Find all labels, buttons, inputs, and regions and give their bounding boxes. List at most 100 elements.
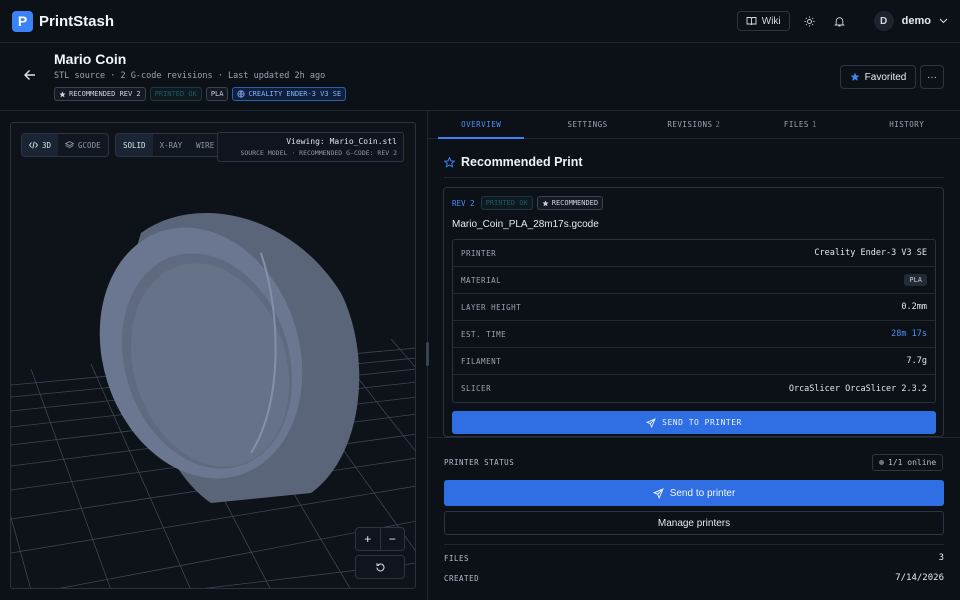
detail-row-slicer: SLICER OrcaSlicer OrcaSlicer 2.3.2 [453, 375, 935, 402]
star-icon [850, 72, 860, 81]
book-icon [746, 17, 757, 26]
detail-value: Creality Ender-3 V3 SE [814, 248, 927, 258]
recommended-badge-label: RECOMMENDED [551, 199, 599, 207]
send-icon [652, 487, 664, 499]
tab-overview-label: OVERVIEW [461, 120, 502, 129]
wiki-button[interactable]: Wiki [736, 11, 790, 31]
detail-tabs: OVERVIEW SETTINGS REVISIONS 2 FILES 1 HIST… [428, 111, 960, 139]
more-options-button[interactable]: ··· [920, 65, 944, 89]
mode-gcode-label: GCODE [78, 140, 101, 150]
favorite-button[interactable]: Favorited [840, 65, 916, 89]
avatar-initial: D [880, 15, 888, 27]
recommended-badge: RECOMMENDED [536, 196, 604, 210]
tag-recommended-label: RECOMMENDED REV 2 [69, 90, 141, 98]
section-divider [428, 437, 960, 438]
top-bar: P PrintStash Wiki D demo [0, 0, 960, 43]
viewing-file: Viewing: Mario_Coin.stl [286, 137, 397, 146]
detail-key: SLICER [461, 384, 492, 393]
send-to-printer-button[interactable]: Send to printer [444, 480, 944, 506]
tag-material: PLA [205, 87, 229, 101]
resize-handle[interactable] [426, 342, 429, 366]
send-card-label: SEND TO PRINTER [662, 418, 742, 427]
tag-printer[interactable]: CREALITY ENDER-3 V3 SE [232, 87, 347, 101]
recommended-heading: Recommended Print [444, 155, 583, 169]
model-tags: RECOMMENDED REV 2 PRINTED OK PLA CREALIT… [54, 87, 347, 101]
detail-row-est-time: EST. TIME 28m 17s [453, 321, 935, 348]
wiki-label: Wiki [761, 15, 781, 27]
heading-divider [444, 177, 944, 178]
logo-letter: P [17, 13, 28, 29]
tab-settings-label: SETTINGS [567, 120, 608, 129]
detail-row-printer: PRINTER Creality Ender-3 V3 SE [453, 240, 935, 267]
tag-printed: PRINTED OK [149, 87, 202, 101]
favorite-label: Favorited [864, 71, 907, 83]
star-icon [59, 90, 66, 97]
avatar: D [873, 11, 894, 31]
sun-icon [804, 16, 815, 26]
meta-created: CREATED 7/14/2026 [444, 573, 944, 583]
tag-printer-label: CREALITY ENDER-3 V3 SE [248, 90, 342, 98]
tab-files[interactable]: FILES 1 [747, 111, 853, 138]
detail-value: 28m 17s [891, 329, 927, 339]
back-arrow-icon[interactable] [22, 67, 38, 83]
zoom-in-button[interactable]: + [356, 528, 380, 550]
tab-overview[interactable]: OVERVIEW [428, 111, 534, 139]
send-to-printer-card-button[interactable]: SEND TO PRINTER [452, 411, 936, 434]
coin-model [99, 213, 360, 503]
viewer-canvas[interactable] [11, 123, 416, 589]
view-mode-toggle: 3D GCODE [21, 133, 109, 157]
detail-value: 7.7g [906, 356, 927, 366]
meta-divider [444, 544, 944, 545]
status-dot-icon [879, 460, 884, 465]
tab-settings[interactable]: SETTINGS [534, 111, 640, 138]
files-value: 3 [938, 553, 944, 563]
zoom-controls: + − [355, 527, 405, 551]
printer-icon [237, 90, 246, 98]
detail-value: 0.2mm [901, 302, 927, 312]
layers-icon [65, 141, 75, 149]
user-menu[interactable]: D demo [873, 11, 948, 31]
created-label: CREATED [444, 573, 480, 583]
detail-value: OrcaSlicer OrcaSlicer 2.3.2 [788, 383, 927, 394]
manage-printers-button[interactable]: Manage printers [444, 511, 944, 535]
theme-toggle-button[interactable] [800, 11, 820, 31]
detail-row-filament: FILAMENT 7.7g [453, 348, 935, 375]
render-mode-toggle: SOLID X-RAY WIRE [115, 133, 225, 157]
app-logo[interactable]: P [12, 10, 33, 32]
model-viewer[interactable]: 3D GCODE SOLID X-RAY WIRE Viewing: Mario… [10, 122, 416, 589]
tab-history[interactable]: HISTORY [854, 111, 960, 138]
render-xray-button[interactable]: X-RAY [153, 134, 190, 156]
reset-view-button[interactable] [355, 555, 405, 579]
detail-row-material: MATERIAL PLA [453, 267, 935, 294]
zoom-out-button[interactable]: − [379, 528, 405, 550]
print-details-table: PRINTER Creality Ender-3 V3 SE MATERIAL PL… [452, 239, 936, 403]
star-outline-icon [444, 156, 455, 168]
tab-revisions[interactable]: REVISIONS 2 [641, 111, 747, 138]
tab-revisions-label: REVISIONS [667, 120, 713, 129]
detail-row-layer-height: LAYER HEIGHT 0.2mm [453, 294, 935, 321]
model-subtitle: STL source · 2 G-code revisions · Last u… [54, 71, 326, 81]
files-label: FILES [444, 553, 470, 563]
printed-badge: PRINTED OK [480, 196, 533, 210]
detail-key: MATERIAL [461, 275, 502, 285]
online-badge: 1/1 online [872, 454, 944, 471]
detail-key: LAYER HEIGHT [461, 302, 522, 312]
revision-label[interactable]: REV 2 [452, 199, 475, 208]
tab-revisions-count: 2 [715, 120, 721, 129]
gcode-filename[interactable]: Mario_Coin_PLA_28m17s.gcode [452, 219, 599, 230]
mode-3d-label: 3D [42, 140, 52, 150]
send-icon [646, 417, 656, 428]
tab-files-count: 1 [811, 120, 817, 129]
tab-history-label: HISTORY [889, 120, 925, 129]
mode-gcode-button[interactable]: GCODE [58, 134, 108, 156]
notifications-button[interactable] [830, 11, 850, 31]
brand-name[interactable]: PrintStash [39, 13, 114, 30]
detail-key: EST. TIME [461, 329, 507, 339]
mode-3d-button[interactable]: 3D [22, 134, 59, 156]
reset-icon [376, 562, 384, 571]
code-icon [29, 141, 38, 149]
render-solid-button[interactable]: SOLID [116, 134, 153, 156]
star-icon [542, 199, 549, 206]
viewing-source: SOURCE MODEL · RECOMMENDED G-CODE: REV 2 [240, 149, 397, 157]
meta-files: FILES 3 [444, 553, 944, 563]
